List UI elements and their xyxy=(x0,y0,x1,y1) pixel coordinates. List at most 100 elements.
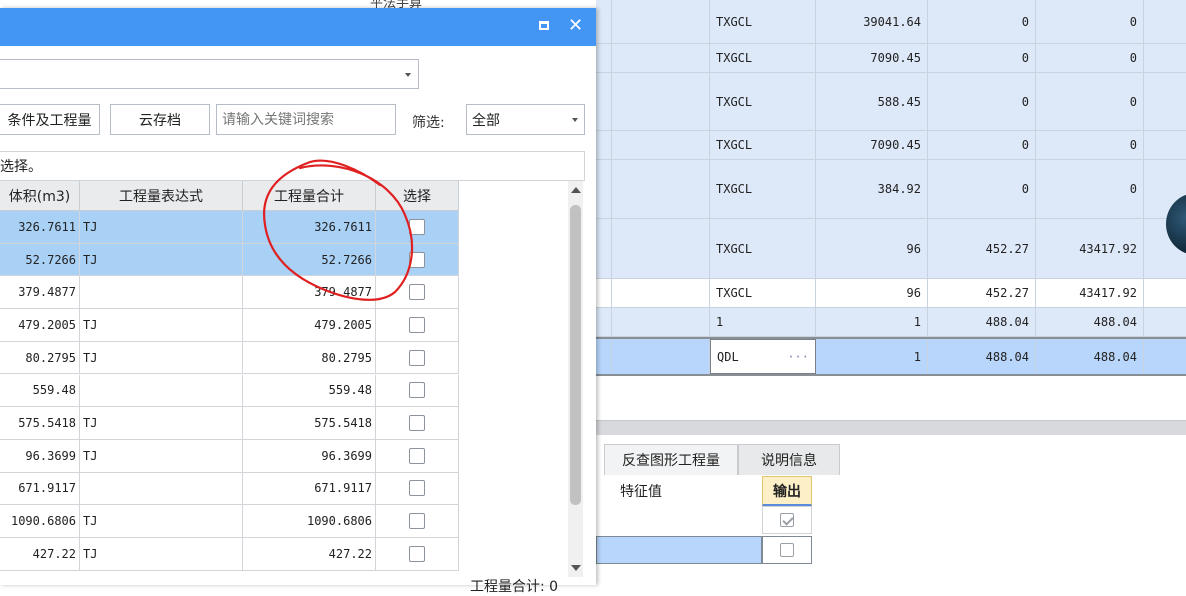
select-cell[interactable] xyxy=(376,341,459,374)
select-checkbox[interactable] xyxy=(409,382,425,399)
total-cell[interactable]: 559.48 xyxy=(243,374,376,407)
table-row[interactable]: 379.4877 379.4877 xyxy=(0,276,459,310)
blank-cell[interactable] xyxy=(1144,44,1186,72)
main-table-row[interactable]: TXGCL 39041.64 0 0 xyxy=(596,0,1186,44)
volume-cell[interactable]: 96.3699 xyxy=(0,439,80,472)
main-table-row[interactable]: TXGCL 96 452.27 43417.92 xyxy=(596,279,1186,308)
total-cell[interactable]: 96.3699 xyxy=(243,439,376,472)
select-cell[interactable] xyxy=(376,407,459,439)
main-table-row[interactable]: TXGCL 7090.45 0 0 xyxy=(596,131,1186,160)
table-row[interactable]: 326.7611 TJ 326.7611 xyxy=(0,211,459,244)
blank-cell[interactable] xyxy=(1144,0,1186,43)
select-cell[interactable] xyxy=(376,374,459,407)
total-cell[interactable]: 52.7266 xyxy=(243,243,376,276)
select-cell[interactable] xyxy=(376,211,459,243)
blank-cell[interactable] xyxy=(596,0,612,43)
blank-cell[interactable] xyxy=(1144,73,1186,130)
blank-cell[interactable] xyxy=(596,219,612,278)
blank-cell[interactable] xyxy=(612,131,710,159)
code-cell[interactable]: TXGCL xyxy=(710,0,816,43)
output-cell[interactable] xyxy=(762,506,812,534)
volume-cell[interactable]: 575.5418 xyxy=(0,407,80,439)
amount-cell[interactable]: 43417.92 xyxy=(1036,279,1144,307)
amount-cell[interactable]: 0 xyxy=(1036,131,1144,159)
expression-cell[interactable]: TJ xyxy=(80,211,243,243)
code-cell[interactable]: TXGCL xyxy=(710,219,816,278)
expression-cell[interactable]: TJ xyxy=(80,538,243,570)
blank-cell[interactable] xyxy=(612,279,710,307)
total-cell[interactable]: 1090.6806 xyxy=(243,505,376,537)
total-cell[interactable]: 479.2005 xyxy=(243,309,376,341)
main-table-row[interactable]: TXGCL 7090.45 0 0 xyxy=(596,44,1186,73)
table-row[interactable]: 80.2795 TJ 80.2795 xyxy=(0,341,459,375)
scroll-up-icon[interactable] xyxy=(571,187,581,193)
selected-feature-cell[interactable] xyxy=(596,536,762,564)
code-cell[interactable]: TXGCL xyxy=(710,44,816,72)
blank-cell[interactable] xyxy=(1144,339,1186,374)
select-checkbox[interactable] xyxy=(409,480,425,497)
price-cell[interactable]: 0 xyxy=(928,160,1036,218)
blank-cell[interactable] xyxy=(596,44,612,72)
table-row[interactable]: 96.3699 TJ 96.3699 xyxy=(0,439,459,473)
select-checkbox[interactable] xyxy=(409,415,425,432)
volume-cell[interactable]: 326.7611 xyxy=(0,211,80,243)
quantity-cell[interactable]: 7090.45 xyxy=(816,131,928,159)
search-input[interactable] xyxy=(216,104,396,135)
select-checkbox[interactable] xyxy=(409,513,425,530)
price-cell[interactable]: 0 xyxy=(928,0,1036,43)
close-icon[interactable]: ✕ xyxy=(568,16,583,36)
amount-cell[interactable]: 0 xyxy=(1036,160,1144,218)
code-cell[interactable]: TXGCL xyxy=(710,73,816,130)
blank-cell[interactable] xyxy=(596,131,612,159)
blank-cell[interactable] xyxy=(596,160,612,218)
volume-cell[interactable]: 479.2005 xyxy=(0,309,80,341)
volume-cell[interactable]: 379.4877 xyxy=(0,276,80,309)
scroll-thumb[interactable] xyxy=(570,205,581,505)
code-cell[interactable]: QDL ··· xyxy=(710,339,816,374)
amount-cell[interactable]: 488.04 xyxy=(1036,339,1144,374)
total-cell[interactable]: 379.4877 xyxy=(243,276,376,309)
total-cell[interactable]: 575.5418 xyxy=(243,407,376,439)
select-cell[interactable] xyxy=(376,538,459,570)
property-row[interactable] xyxy=(596,506,1186,534)
quantity-cell[interactable]: 7090.45 xyxy=(816,44,928,72)
select-checkbox[interactable] xyxy=(409,251,425,268)
quantity-cell[interactable]: 39041.64 xyxy=(816,0,928,43)
amount-cell[interactable]: 488.04 xyxy=(1036,308,1144,336)
table-row[interactable]: 479.2005 TJ 479.2005 xyxy=(0,309,459,342)
volume-cell[interactable]: 671.9117 xyxy=(0,472,80,505)
table-row[interactable]: 1090.6806 TJ 1090.6806 xyxy=(0,505,459,538)
volume-cell[interactable]: 559.48 xyxy=(0,374,80,407)
total-cell[interactable]: 80.2795 xyxy=(243,341,376,374)
price-cell[interactable]: 0 xyxy=(928,131,1036,159)
select-checkbox[interactable] xyxy=(409,545,425,562)
table-row[interactable]: 427.22 TJ 427.22 xyxy=(0,538,459,571)
blank-cell[interactable] xyxy=(1144,279,1186,307)
amount-cell[interactable]: 0 xyxy=(1036,44,1144,72)
blank-cell[interactable] xyxy=(1144,308,1186,336)
code-cell[interactable]: TXGCL xyxy=(710,131,816,159)
col-header-total[interactable]: 工程量合计 xyxy=(243,181,376,211)
output-checkbox[interactable] xyxy=(780,543,794,557)
blank-cell[interactable] xyxy=(596,279,612,307)
amount-cell[interactable]: 43417.92 xyxy=(1036,219,1144,278)
select-cell[interactable] xyxy=(376,276,459,309)
expression-cell[interactable]: TJ xyxy=(80,309,243,341)
pane-splitter[interactable] xyxy=(596,420,1186,435)
maximize-icon[interactable] xyxy=(539,21,549,30)
total-cell[interactable]: 671.9117 xyxy=(243,472,376,505)
blank-cell[interactable] xyxy=(596,73,612,130)
select-checkbox[interactable] xyxy=(409,218,425,235)
cloud-archive-button[interactable]: 云存档 xyxy=(110,104,210,135)
expression-cell[interactable]: TJ xyxy=(80,341,243,374)
table-row[interactable]: 575.5418 TJ 575.5418 xyxy=(0,407,459,440)
main-table-row[interactable]: 1 1 488.04 488.04 xyxy=(596,308,1186,337)
dialog-titlebar[interactable]: ✕ xyxy=(0,8,596,46)
scroll-down-icon[interactable] xyxy=(571,565,581,571)
blank-cell[interactable] xyxy=(596,339,612,374)
blank-cell[interactable] xyxy=(612,0,710,43)
code-cell[interactable]: TXGCL xyxy=(710,160,816,218)
conditions-quantity-button[interactable]: 条件及工程量 xyxy=(0,104,100,135)
select-cell[interactable] xyxy=(376,472,459,505)
code-cell[interactable]: TXGCL xyxy=(710,279,816,307)
